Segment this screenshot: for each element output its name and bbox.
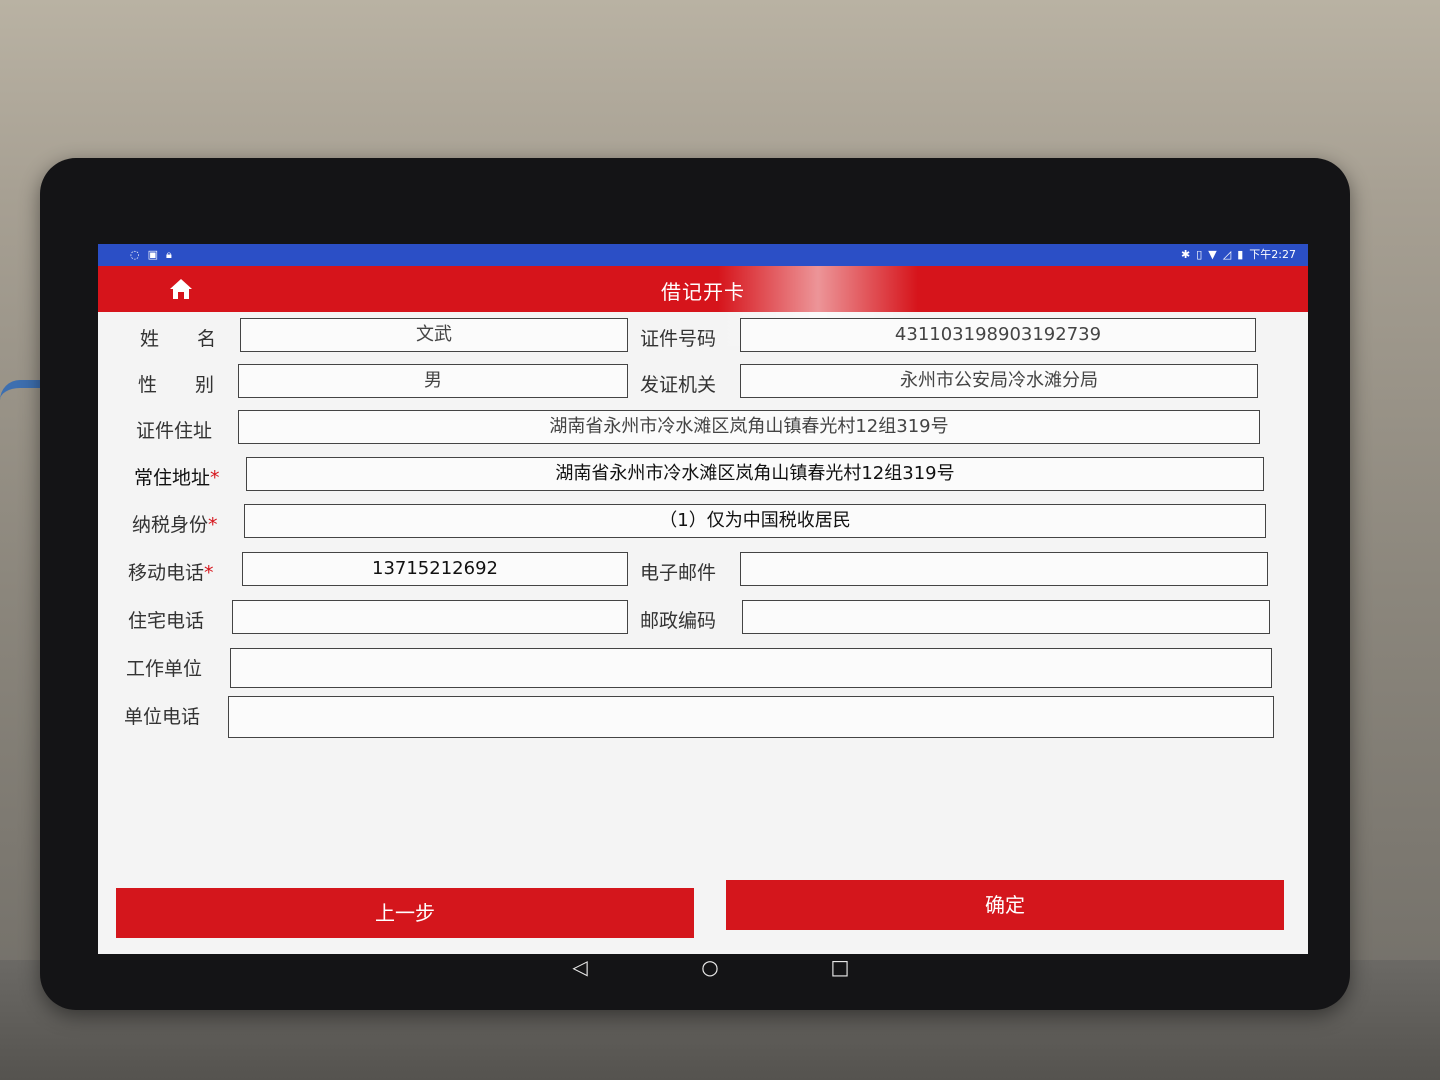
email-field[interactable] [740, 552, 1268, 586]
name-field[interactable]: 文武 [240, 318, 628, 352]
cable [0, 380, 40, 428]
residence-address-label: 常住地址* [134, 463, 220, 490]
mobile-label: 移动电话* [128, 558, 214, 585]
required-mark: * [210, 467, 220, 489]
battery-icon: ▮ [1237, 248, 1244, 261]
vibrate-icon: ▯ [1196, 248, 1203, 261]
issuing-authority-label: 发证机关 [640, 374, 717, 396]
work-phone-field[interactable] [228, 696, 1274, 738]
app-icon: ▣ [147, 248, 159, 261]
notification-icon: ◌ [130, 248, 140, 261]
form-row-name: 姓 名 文武 证件号码 431103198903192739 [98, 316, 1308, 356]
form-row-home-phone: 住宅电话 邮政编码 [98, 598, 1308, 638]
form-row-mobile: 移动电话* 13715212692 电子邮件 [98, 550, 1308, 590]
form-row-tax-status: 纳税身份* （1）仅为中国税收居民 [98, 502, 1308, 542]
id-number-label: 证件号码 [640, 328, 717, 350]
lock-icon: 🔒︎ [166, 248, 172, 261]
residence-address-label-text: 常住地址 [134, 467, 211, 489]
required-mark: * [204, 562, 214, 584]
home-phone-label: 住宅电话 [128, 610, 205, 632]
tax-status-label-text: 纳税身份 [132, 514, 209, 536]
gender-field[interactable]: 男 [238, 364, 628, 398]
photo-background: ◌ ▣ 🔒︎ ✱ ▯ ▼ ◿ ▮ 下午2:27 借记开卡 姓 名 文武 证件号码… [0, 0, 1440, 1080]
form-row-work-phone: 单位电话 [98, 694, 1308, 738]
home-circle-icon[interactable]: ○ [690, 955, 730, 979]
id-address-label: 证件住址 [136, 420, 213, 442]
form-row-residence-address: 常住地址* 湖南省永州市冷水滩区岚角山镇春光村12组319号 [98, 455, 1308, 495]
required-mark: * [208, 514, 218, 536]
form-row-id-address: 证件住址 湖南省永州市冷水滩区岚角山镇春光村12组319号 [98, 408, 1308, 448]
form-row-gender: 性 别 男 发证机关 永州市公安局冷水滩分局 [98, 362, 1308, 402]
wifi-icon: ▼ [1208, 248, 1217, 261]
gender-label: 性 别 [138, 374, 215, 396]
confirm-button[interactable]: 确定 [726, 880, 1284, 930]
system-navigation-bar: ◁ ○ □ [560, 950, 860, 984]
signal-icon: ◿ [1222, 248, 1232, 261]
name-label: 姓 名 [140, 328, 217, 350]
residence-address-field[interactable]: 湖南省永州市冷水滩区岚角山镇春光村12组319号 [246, 457, 1264, 491]
tax-status-label: 纳税身份* [132, 510, 218, 537]
issuing-authority-field[interactable]: 永州市公安局冷水滩分局 [740, 364, 1258, 398]
mobile-label-text: 移动电话 [128, 562, 205, 584]
employer-label: 工作单位 [126, 658, 203, 680]
status-time: 下午2:27 [1249, 248, 1296, 261]
employer-field[interactable] [230, 648, 1272, 688]
work-phone-label: 单位电话 [124, 706, 201, 728]
home-phone-field[interactable] [232, 600, 628, 634]
postal-code-field[interactable] [742, 600, 1270, 634]
recents-icon[interactable]: □ [820, 955, 860, 979]
id-number-field[interactable]: 431103198903192739 [740, 318, 1256, 352]
status-bar: ◌ ▣ 🔒︎ ✱ ▯ ▼ ◿ ▮ 下午2:27 [98, 244, 1308, 266]
email-label: 电子邮件 [640, 562, 717, 584]
form-row-employer: 工作单位 [98, 646, 1308, 688]
title-bar: 借记开卡 [98, 266, 1308, 346]
mobile-field[interactable]: 13715212692 [242, 552, 628, 586]
page-title: 借记开卡 [661, 280, 745, 304]
tax-status-select[interactable]: （1）仅为中国税收居民 [244, 504, 1266, 538]
prev-step-button[interactable]: 上一步 [116, 888, 694, 938]
tablet-screen: ◌ ▣ 🔒︎ ✱ ▯ ▼ ◿ ▮ 下午2:27 借记开卡 姓 名 文武 证件号码… [98, 244, 1308, 954]
id-address-field[interactable]: 湖南省永州市冷水滩区岚角山镇春光村12组319号 [238, 410, 1260, 444]
back-icon[interactable]: ◁ [560, 955, 600, 979]
postal-code-label: 邮政编码 [640, 610, 717, 632]
bluetooth-icon: ✱ [1181, 248, 1191, 261]
